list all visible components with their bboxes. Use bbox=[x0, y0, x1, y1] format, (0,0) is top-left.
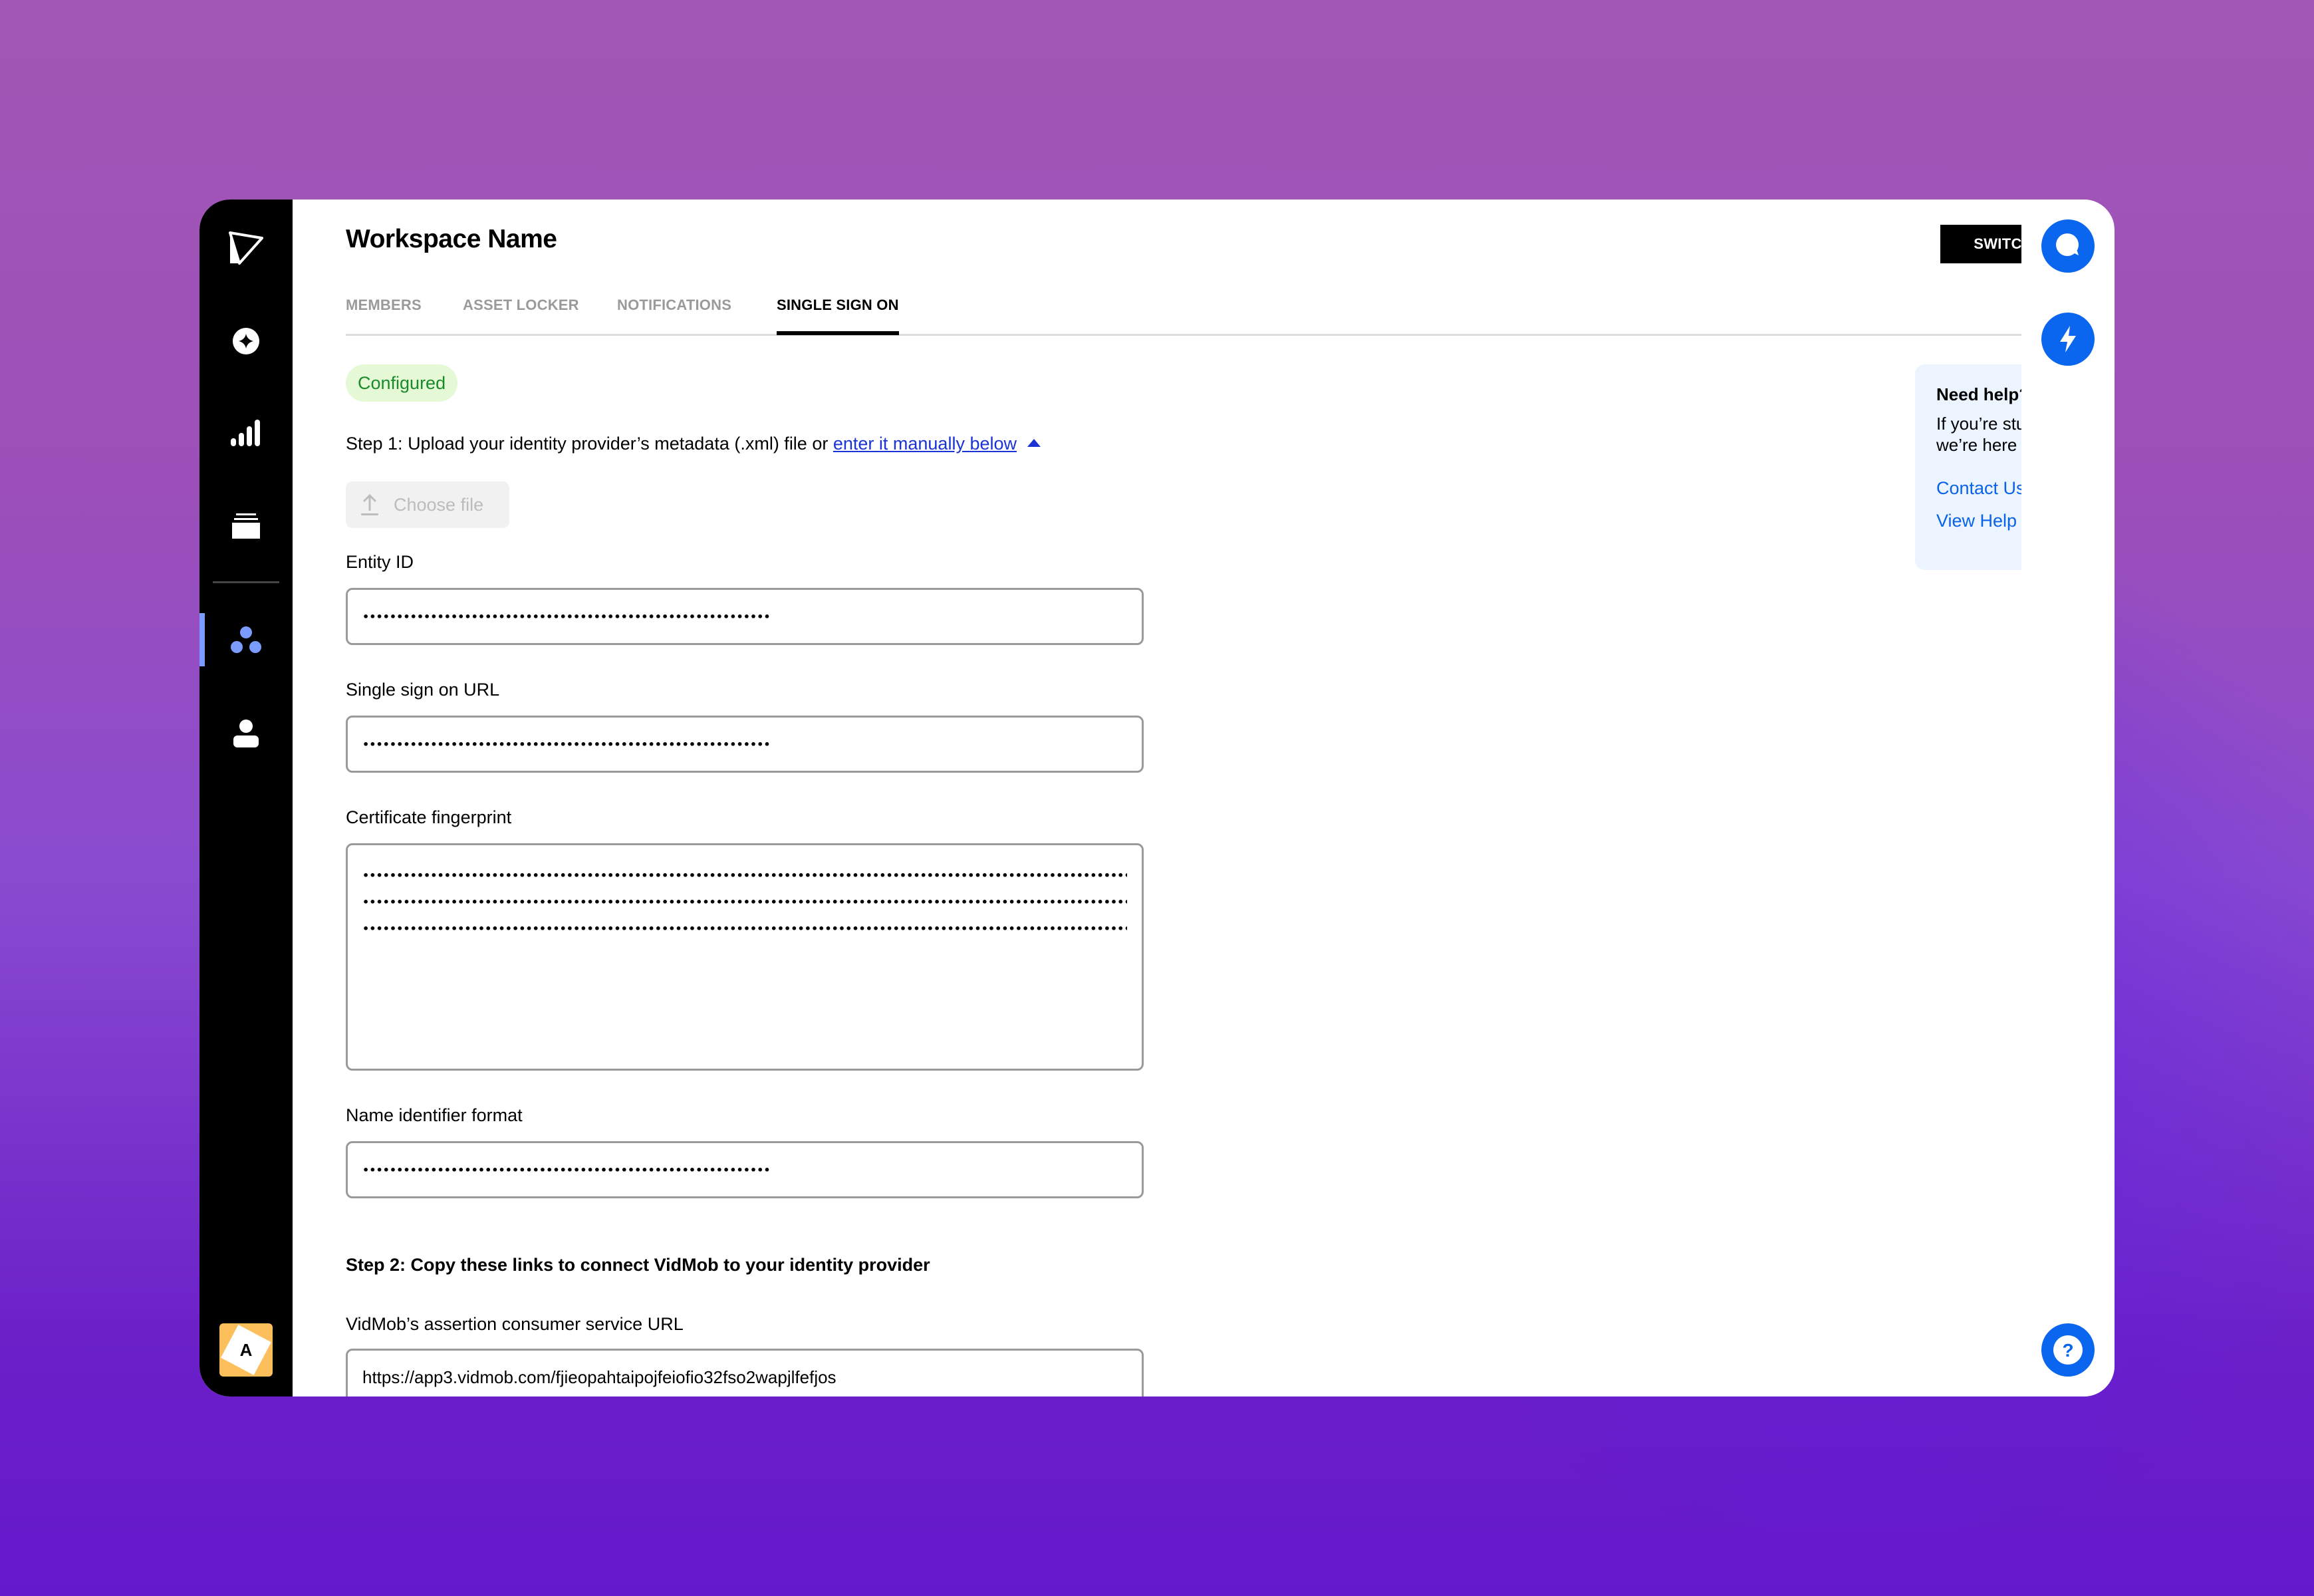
acs-url-input[interactable]: https://app3.vidmob.com/fjieopahtaipojfe… bbox=[346, 1349, 1144, 1396]
tab-notifications[interactable]: NOTIFICATIONS bbox=[617, 297, 731, 314]
help-icon: ? bbox=[2053, 1335, 2083, 1365]
avatar-letter: A bbox=[239, 1340, 253, 1360]
chat-button[interactable] bbox=[2041, 219, 2095, 273]
analytics-bars-icon bbox=[231, 420, 260, 446]
sparkle-icon bbox=[233, 328, 259, 354]
quick-actions-button[interactable] bbox=[2041, 313, 2095, 366]
upload-icon bbox=[361, 493, 378, 515]
workspace-avatar[interactable]: A bbox=[219, 1323, 273, 1377]
step1-text: Step 1: Upload your identity provider’s … bbox=[346, 434, 833, 454]
sidebar-divider bbox=[213, 581, 279, 583]
choose-file-button[interactable]: Choose file bbox=[346, 481, 509, 528]
sidebar-item-analytics[interactable] bbox=[199, 410, 293, 456]
sidebar-item-profile[interactable] bbox=[199, 710, 293, 757]
certificate-textarea[interactable]: ••••••••••••••••••••••••••••••••••••••••… bbox=[346, 843, 1144, 1071]
acs-url-label: VidMob’s assertion consumer service URL bbox=[346, 1314, 684, 1334]
entity-id-input[interactable]: ••••••••••••••••••••••••••••••••••••••••… bbox=[346, 588, 1144, 645]
sidebar: A bbox=[199, 200, 293, 1396]
certificate-line: ••••••••••••••••••••••••••••••••••••••••… bbox=[362, 922, 1127, 935]
caret-up-icon[interactable] bbox=[1027, 439, 1041, 447]
tab-bar: MEMBERS ASSET LOCKER NOTIFICATIONS SINGL… bbox=[346, 293, 2115, 336]
sidebar-item-creative[interactable] bbox=[199, 318, 293, 364]
certificate-label: Certificate fingerprint bbox=[346, 807, 512, 827]
entity-id-label: Entity ID bbox=[346, 552, 414, 572]
tab-asset-locker[interactable]: ASSET LOCKER bbox=[463, 297, 579, 314]
svg-text:?: ? bbox=[2062, 1340, 2073, 1361]
user-icon bbox=[233, 720, 259, 747]
enter-manually-link[interactable]: enter it manually below bbox=[833, 434, 1017, 454]
step2-heading: Step 2: Copy these links to connect VidM… bbox=[346, 1255, 930, 1275]
chat-icon bbox=[2056, 233, 2079, 256]
tab-single-sign-on[interactable]: SINGLE SIGN ON bbox=[777, 297, 899, 335]
choose-file-label: Choose file bbox=[394, 494, 484, 515]
sso-url-label: Single sign on URL bbox=[346, 680, 500, 700]
step1-instructions: Step 1: Upload your identity provider’s … bbox=[346, 434, 1041, 454]
sso-url-input[interactable]: ••••••••••••••••••••••••••••••••••••••••… bbox=[346, 716, 1144, 773]
stack-icon bbox=[232, 513, 260, 539]
name-id-format-label: Name identifier format bbox=[346, 1105, 523, 1125]
sidebar-item-library[interactable] bbox=[199, 502, 293, 549]
page-title: Workspace Name bbox=[346, 225, 557, 253]
logo-icon bbox=[229, 231, 263, 265]
help-button[interactable]: ? bbox=[2041, 1323, 2095, 1377]
right-rail: ? bbox=[2021, 200, 2115, 1396]
certificate-line: ••••••••••••••••••••••••••••••••••••••••… bbox=[362, 869, 1127, 882]
sidebar-item-workspace[interactable] bbox=[199, 617, 293, 664]
certificate-line: ••••••••••••••••••••••••••••••••••••••••… bbox=[362, 896, 1127, 908]
app-window: A Workspace Name SWITCH WORKSPACE MEMBER… bbox=[199, 200, 2115, 1396]
status-badge: Configured bbox=[346, 364, 458, 402]
main-content: Workspace Name SWITCH WORKSPACE MEMBERS … bbox=[293, 200, 2115, 1396]
lightning-icon bbox=[2060, 326, 2076, 352]
tab-members[interactable]: MEMBERS bbox=[346, 297, 422, 314]
workspace-icon bbox=[231, 626, 261, 653]
sidebar-item-home[interactable] bbox=[199, 225, 293, 271]
name-id-format-input[interactable]: ••••••••••••••••••••••••••••••••••••••••… bbox=[346, 1141, 1144, 1198]
